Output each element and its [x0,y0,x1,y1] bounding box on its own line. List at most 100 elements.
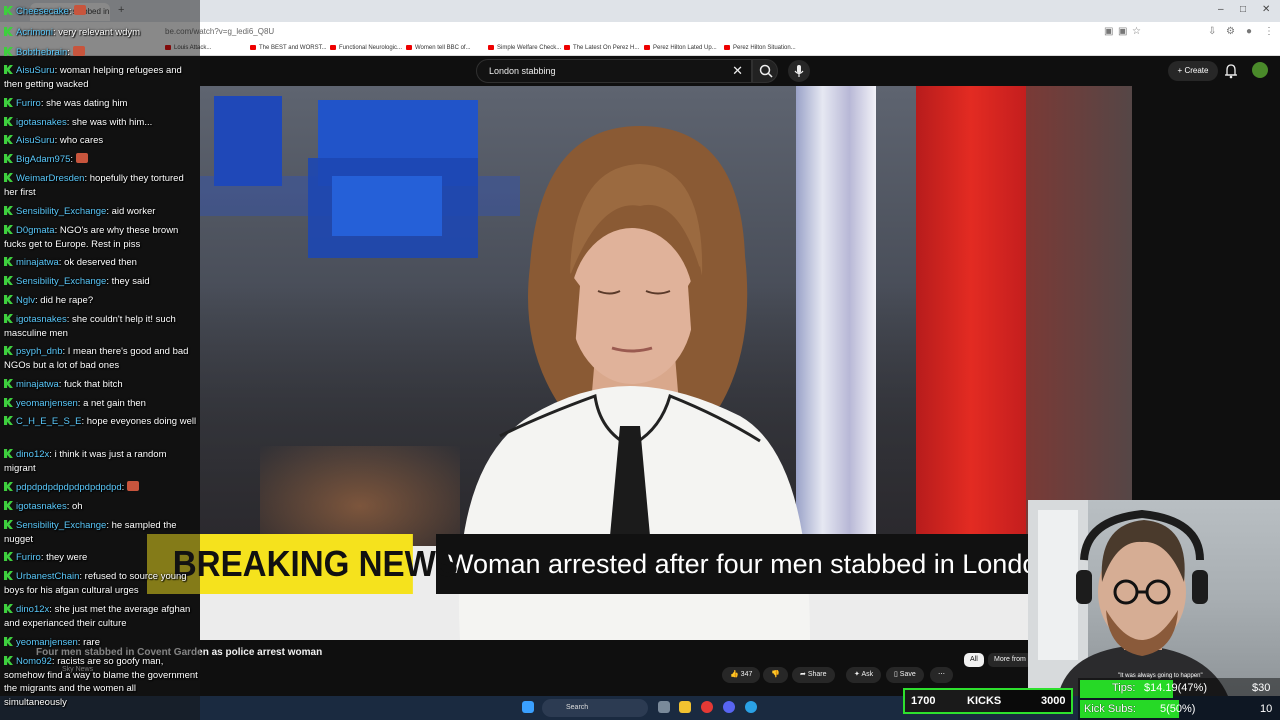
bookmark-item[interactable]: Simple Welfare Check... [488,45,561,51]
chat-username[interactable]: Sensibility_Exchange [16,276,106,287]
file-explorer-icon[interactable] [679,701,691,713]
subscriber-badge-icon [4,449,13,458]
chat-message: WeimarDresden: hopefully they tortured h… [4,172,198,199]
maximize-button[interactable]: □ [1240,4,1246,15]
taskbar-search[interactable]: Search [542,699,648,717]
chat-username[interactable]: minajatwa [16,257,59,268]
chat-username[interactable]: igotasnakes [16,501,67,512]
bookmark-item[interactable]: Perez Hilton Lated Up... [644,45,717,51]
subscriber-badge-icon [4,276,13,285]
chat-username[interactable]: dino12x [16,449,49,460]
kicks-current: 1700 [911,695,936,707]
minimize-button[interactable]: – [1218,4,1224,15]
chip-more-from[interactable]: More from [988,653,1032,667]
account-avatar[interactable] [1252,62,1268,78]
chat-username[interactable]: Nomo92 [16,656,52,667]
chat-text: oh [71,501,83,512]
windows-start-icon[interactable] [522,701,534,713]
save-button[interactable]: ▯ Save [886,667,924,683]
chat-username[interactable]: WeimarDresden [16,173,84,184]
chat-username[interactable]: Sensibility_Exchange [16,206,106,217]
chat-message: Bobthebrain: [4,46,198,60]
chat-username[interactable]: yeomanjensen [16,398,78,409]
chat-message: igotasnakes: she couldn't help it! such … [4,313,198,340]
chat-username[interactable]: Cheesecake [16,6,69,17]
chat-message: minajatwa: ok deserved then [4,256,198,270]
subscriber-badge-icon [4,571,13,580]
chat-username[interactable]: D0gmata [16,225,55,236]
chat-message: Cheesecake: [4,5,198,19]
chat-username[interactable]: igotasnakes [16,117,67,128]
notifications-bell-icon[interactable] [1224,63,1238,79]
close-window-button[interactable]: ✕ [1262,4,1270,15]
ask-button[interactable]: ✦ Ask [846,667,882,683]
discord-icon[interactable] [723,701,735,713]
chat-username[interactable]: igotasnakes [16,314,67,325]
bookmark-item[interactable]: The BEST and WORST... [250,45,327,51]
chat-username[interactable]: Nglv [16,295,35,306]
subscriber-badge-icon [4,117,13,126]
chat-message: Sensibility_Exchange: aid worker [4,205,198,219]
chat-username[interactable]: minajatwa [16,379,59,390]
chat-emote-icon [74,5,87,15]
chat-username[interactable]: Sensibility_Exchange [16,520,106,531]
bookmark-item[interactable]: Perez Hilton Situation... [724,45,796,51]
subscriber-badge-icon [4,65,13,74]
download-icon[interactable]: ⇩ [1208,26,1216,37]
profile-icon[interactable]: ● [1246,26,1252,37]
chat-text: they were [46,552,88,563]
chat-message: pdpdpdpdpdpdpdpdpdpd: [4,481,198,495]
chat-message: dino12x: i think it was just a random mi… [4,448,198,475]
menu-icon[interactable]: ⋮ [1264,26,1274,37]
more-icon: ⋯ [938,671,945,678]
subscriber-badge-icon [4,416,13,425]
chat-username[interactable]: Furiro [16,98,41,109]
chat-message: Sensibility_Exchange: he sampled the nug… [4,519,198,546]
subs-label: Kick Subs: [1084,703,1136,715]
search-button[interactable] [752,59,778,83]
desktop-screen: { "browser": { "tab_title": "Four men st… [0,0,1280,720]
subs-value: 5(50%) [1160,703,1196,715]
chat-username[interactable]: psyph_dnb [16,346,62,357]
extension-icon[interactable]: ▣ [1104,26,1113,37]
chrome-icon[interactable] [701,701,713,713]
bookmark-item[interactable]: The Latest On Perez H... [564,45,639,51]
bookmark-star-icon[interactable]: ☆ [1132,26,1141,37]
like-button[interactable]: 👍 347 [722,667,761,683]
chip-all[interactable]: All [964,653,984,667]
breaking-news-banner: BREAKING NEWS Woman arrested after four … [147,534,1028,594]
chat-message: UrbanestChain: refused to source young b… [4,570,198,597]
chat-username[interactable]: dino12x [16,604,49,615]
chat-username[interactable]: UrbanestChain [16,571,79,582]
create-button[interactable]: + Create [1168,61,1218,81]
task-view-icon[interactable] [658,701,670,713]
clear-search-icon[interactable]: ✕ [732,63,743,79]
bookmark-item[interactable]: Functional Neurologic... [330,45,402,51]
chat-username[interactable]: pdpdpdpdpdpdpdpdpdpd [16,482,122,493]
like-count: 347 [740,671,753,678]
chat-username[interactable]: Furiro [16,552,41,563]
chat-text: did he rape? [40,295,94,306]
chat-username[interactable]: yeomanjensen [16,637,78,648]
chat-username[interactable]: Bobthebrain [16,47,67,58]
telegram-icon[interactable] [745,701,757,713]
chat-emote-icon [72,46,85,56]
bookmark-item[interactable]: Women tell BBC of... [406,45,471,51]
dislike-button[interactable]: 👎 [763,667,788,683]
share-icon: ➦ [800,671,808,678]
share-button[interactable]: ➦ Share [792,667,835,683]
chat-username[interactable]: BigAdam975 [16,154,70,165]
extensions-icon[interactable]: ⚙ [1226,26,1235,37]
chat-username[interactable]: Acrimoni [16,27,53,38]
more-actions-button[interactable]: ⋯ [930,667,953,683]
subscriber-badge-icon [4,27,13,36]
chat-username[interactable]: AisuSuru [16,65,55,76]
tips-value: $14.19(47%) [1144,682,1207,694]
chat-username[interactable]: C_H_E_E_S_E [16,416,81,427]
install-icon[interactable]: ▣ [1118,26,1127,37]
chat-username[interactable]: AisuSuru [16,135,55,146]
subscriber-badge-icon [4,98,13,107]
voice-search-button[interactable] [788,60,810,82]
subscriber-badge-icon [4,225,13,234]
search-input[interactable]: London stabbing ✕ [476,59,752,83]
